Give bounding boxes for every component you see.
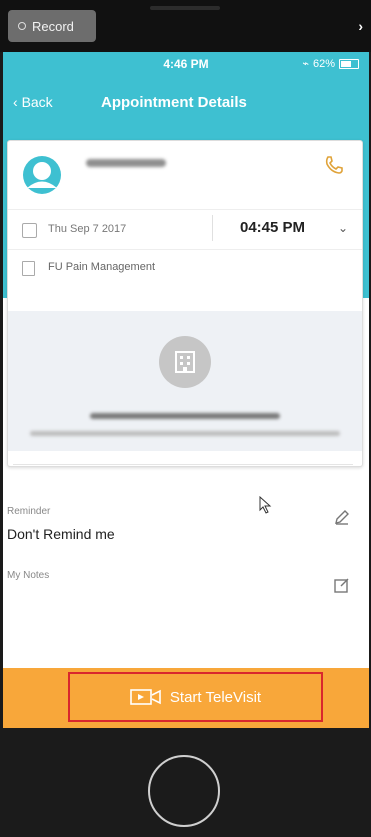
- back-label: Back: [21, 94, 53, 110]
- nav-bar: 4:46 PM ⌁ 62% ‹ Back Appointment Details: [3, 52, 369, 128]
- divider: [13, 464, 353, 465]
- video-camera-icon: [130, 689, 161, 705]
- reminder-value[interactable]: Don't Remind me: [7, 526, 115, 542]
- avatar-icon: [23, 156, 61, 194]
- app-screen: 4:46 PM ⌁ 62% ‹ Back Appointment Details…: [3, 52, 369, 728]
- calendar-icon: [22, 223, 37, 238]
- start-televisit-button[interactable]: Start TeleVisit: [68, 672, 323, 722]
- record-button[interactable]: Record: [8, 10, 96, 42]
- appointment-location: FU Pain Management: [48, 261, 155, 273]
- televisit-label: Start TeleVisit: [169, 688, 262, 706]
- status-indicators: ⌁ 62%: [302, 57, 359, 70]
- appointment-date[interactable]: Thu Sep 7 2017: [48, 223, 126, 235]
- chevron-down-icon[interactable]: ⌄: [338, 221, 348, 235]
- edit-notes-icon[interactable]: [333, 576, 351, 594]
- location-icon: [22, 261, 35, 276]
- edit-reminder-icon[interactable]: [333, 508, 351, 526]
- page-title: Appointment Details: [101, 94, 247, 111]
- recorder-overlay-bar: Record ›: [0, 0, 371, 52]
- divider: [8, 209, 362, 210]
- battery-icon: [339, 58, 359, 69]
- divider: [212, 215, 213, 241]
- back-button[interactable]: ‹ Back: [13, 94, 53, 110]
- chevron-right-icon[interactable]: ›: [358, 18, 363, 34]
- divider: [8, 249, 362, 250]
- record-label: Record: [32, 18, 74, 34]
- clinic-name-redacted: [90, 413, 280, 419]
- notes-label: My Notes: [7, 570, 50, 581]
- phone-icon[interactable]: [324, 155, 344, 175]
- wifi-icon: ⌁: [302, 58, 309, 70]
- building-icon: [159, 336, 211, 388]
- clinic-address-redacted: [30, 431, 340, 436]
- phone-speaker: [150, 6, 220, 10]
- battery-percent: 62%: [312, 57, 335, 70]
- home-button[interactable]: [148, 755, 220, 827]
- reminder-label: Reminder: [7, 506, 51, 517]
- mouse-cursor-icon: [259, 496, 272, 514]
- patient-name-redacted: [86, 159, 166, 167]
- appointment-time[interactable]: 04:45 PM: [240, 219, 305, 236]
- appointment-card: Thu Sep 7 2017 04:45 PM ⌄ FU Pain Manage…: [7, 140, 363, 467]
- record-dot-icon: [18, 22, 26, 30]
